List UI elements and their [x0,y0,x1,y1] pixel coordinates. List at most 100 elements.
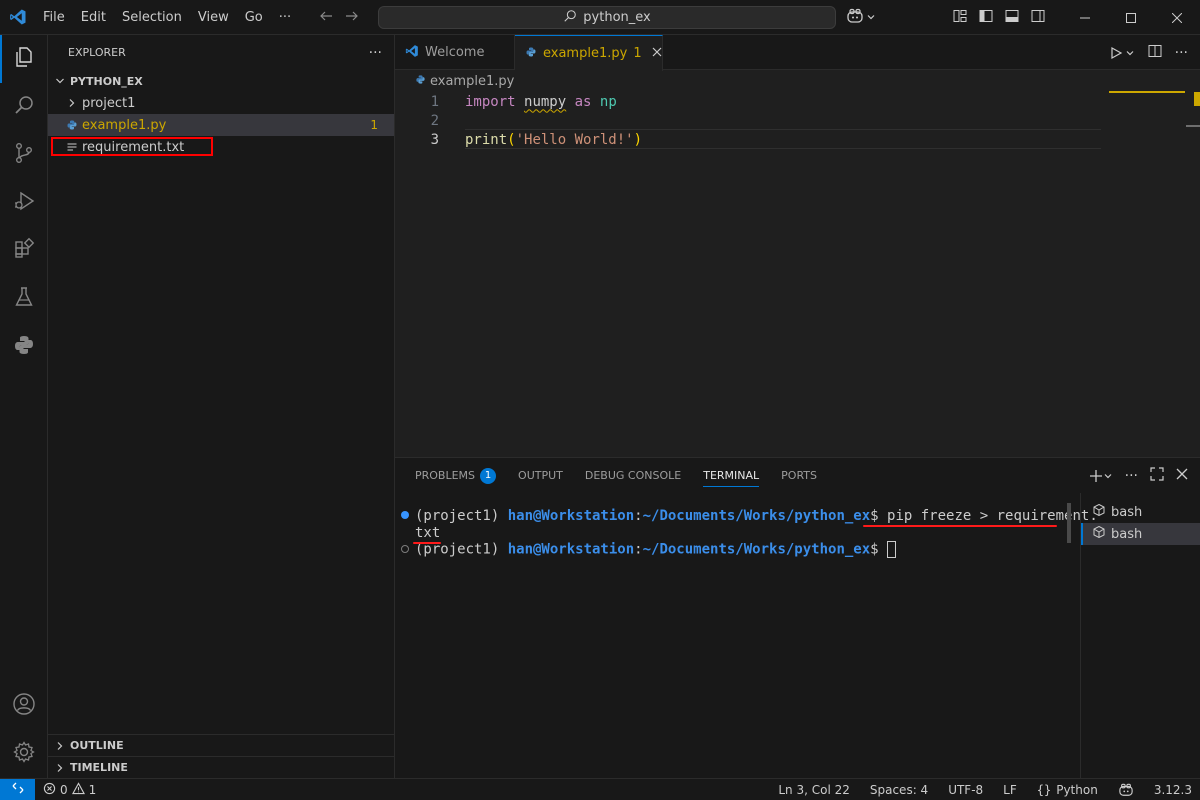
file-requirement-txt[interactable]: requirement.txt [48,136,394,158]
line-number: 2 [430,112,439,129]
status-right: Ln 3, Col 22 Spaces: 4 UTF-8 LF {} Pytho… [778,779,1192,800]
scrollbar-warning-marker [1194,92,1200,106]
menu-view[interactable]: View [190,0,237,35]
back-arrow-icon[interactable] [318,8,334,28]
gear-icon [12,740,36,768]
minimize-icon[interactable] [1062,0,1108,35]
red-highlight-box [51,137,213,156]
warning-icon [71,781,85,798]
new-terminal-button[interactable] [1089,469,1113,483]
python-file-icon [525,46,537,62]
line-number: 1 [430,93,439,110]
chevron-down-icon [1104,473,1112,478]
copilot-button[interactable] [846,8,876,28]
python-activity[interactable] [0,323,48,371]
extensions-activity[interactable] [0,227,48,275]
terminal-instance[interactable]: bash [1081,501,1200,523]
run-debug-icon [12,189,36,217]
tab-welcome[interactable]: Welcome [395,35,515,70]
close-tab-icon[interactable] [652,46,662,61]
workspace-root[interactable]: PYTHON_EX [48,70,394,92]
folder-project1[interactable]: project1 [48,92,394,114]
vscode-logo-icon [405,44,419,62]
more-actions-icon[interactable]: ··· [1125,468,1138,484]
breadcrumb-file[interactable]: example1.py [430,74,514,89]
window-controls [1062,0,1200,35]
close-panel-icon[interactable] [1176,468,1188,484]
plus-icon [1089,469,1102,482]
testing-activity[interactable] [0,275,48,323]
forward-arrow-icon[interactable] [344,8,360,28]
python-interpreter-version[interactable]: 3.12.3 [1154,783,1192,797]
toggle-panel-icon[interactable] [1004,8,1020,28]
tab-ports[interactable]: PORTS [781,458,817,493]
maximize-icon[interactable] [1108,0,1154,35]
editor-actions: ··· [1109,35,1188,70]
timeline-label: TIMELINE [70,761,128,774]
more-actions-icon[interactable]: ··· [1175,45,1188,61]
end-of-line[interactable]: LF [1003,783,1017,797]
tab-output[interactable]: OUTPUT [518,458,563,493]
source-control-activity[interactable] [0,131,48,179]
menu-more[interactable]: ··· [271,0,299,35]
menu-edit[interactable]: Edit [73,0,114,35]
explorer-activity[interactable] [0,35,48,83]
source-control-icon [12,141,36,169]
terminal-scrollbar[interactable] [1067,503,1071,543]
language-mode[interactable]: {} Python [1037,783,1098,797]
tab-problems[interactable]: PROBLEMS 1 [415,458,497,493]
accounts-activity[interactable] [0,682,48,730]
flask-icon [12,285,36,313]
scrollbar-cursor-marker [1186,125,1200,127]
layout-controls [952,0,1046,35]
terminal-output[interactable]: (project1) han@Workstation:~/Documents/W… [395,507,1098,558]
tab-label: example1.py [543,46,628,61]
indentation[interactable]: Spaces: 4 [870,783,928,797]
chevron-right-icon [52,741,68,751]
files-icon [12,45,36,73]
toggle-secondary-sidebar-icon[interactable] [1030,8,1046,28]
remote-indicator[interactable] [0,778,35,800]
cursor-position[interactable]: Ln 3, Col 22 [778,783,850,797]
manage-activity[interactable] [0,730,48,778]
breadcrumb: example1.py [395,70,1200,92]
file-example1-py[interactable]: example1.py 1 [48,114,394,136]
customize-layout-icon[interactable] [952,8,968,28]
terminal-bash-icon [1093,503,1105,520]
command-success-dot-icon [401,511,409,519]
typed-command-wrap: txt [415,524,441,541]
python-file-icon [415,74,426,89]
run-python-button[interactable] [1109,46,1135,60]
terminal-cursor [887,541,897,558]
outline-section[interactable]: OUTLINE [48,734,395,756]
navigation-arrows [318,0,360,35]
chevron-down-icon [866,11,876,26]
activity-bar [0,35,48,778]
tab-debug-console[interactable]: DEBUG CONSOLE [585,458,681,493]
search-activity[interactable] [0,83,48,131]
tab-terminal[interactable]: TERMINAL [703,458,759,493]
vscode-logo-icon [0,0,35,35]
maximize-panel-icon[interactable] [1150,466,1164,485]
status-problems[interactable]: 0 1 [35,781,96,798]
terminal-line: (project1) han@Workstation:~/Documents/W… [395,507,1098,524]
terminal-line: (project1) han@Workstation:~/Documents/W… [395,541,1080,558]
terminal-instance[interactable]: bash [1081,523,1200,545]
menu-go[interactable]: Go [237,0,271,35]
toggle-primary-sidebar-icon[interactable] [978,8,994,28]
encoding[interactable]: UTF-8 [948,783,983,797]
menu-file[interactable]: File [35,0,73,35]
timeline-section[interactable]: TIMELINE [48,756,395,778]
code-area[interactable]: 1 import numpy as np 2 3 print('Hello Wo… [395,92,1200,149]
more-actions-button[interactable]: ··· [369,45,382,61]
explorer-sidebar: EXPLORER ··· PYTHON_EX project1 example1… [48,35,395,778]
close-window-icon[interactable] [1154,0,1200,35]
run-debug-activity[interactable] [0,179,48,227]
copilot-status-icon[interactable] [1118,783,1134,797]
editor-tabs: Welcome example1.py 1 ··· [395,35,1200,71]
outline-label: OUTLINE [70,739,124,752]
split-editor-icon[interactable] [1147,43,1163,63]
tab-example1-py[interactable]: example1.py 1 [515,35,663,71]
command-center-search[interactable]: python_ex [378,6,836,29]
menu-selection[interactable]: Selection [114,0,190,35]
